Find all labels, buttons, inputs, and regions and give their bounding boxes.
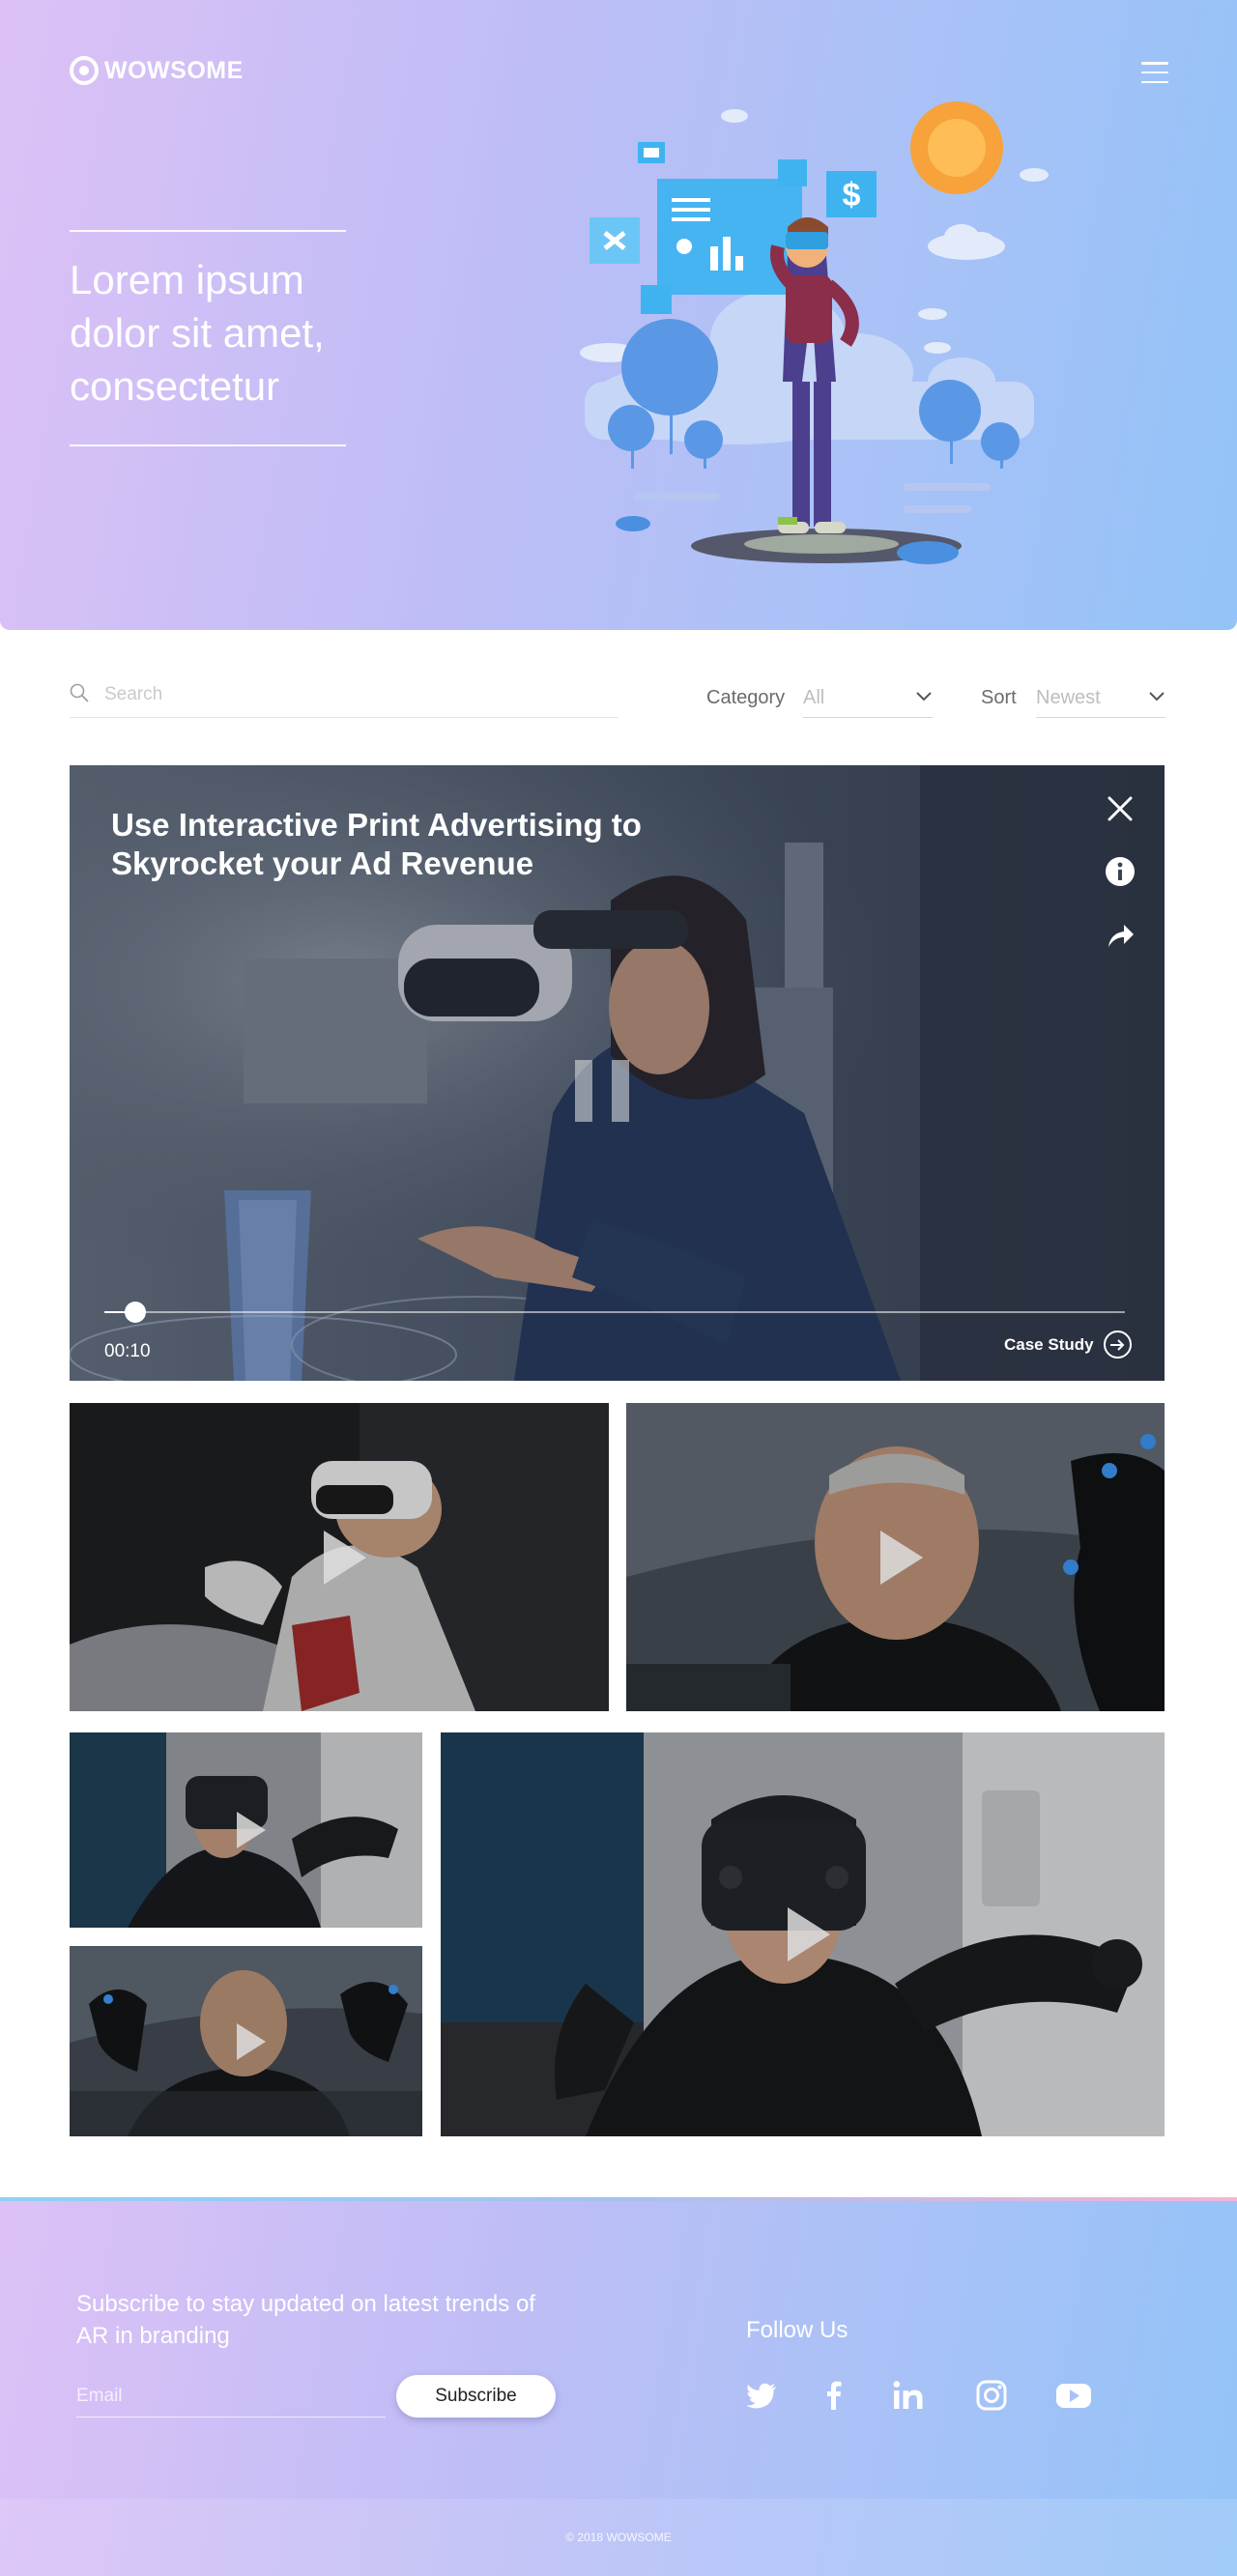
hamburger-menu-button[interactable] — [1141, 62, 1168, 83]
page: WOWSOME Lorem ipsum dolor sit amet, cons… — [0, 0, 1237, 2576]
video-tile-man-gloves-small[interactable] — [70, 1946, 422, 2136]
facebook-icon[interactable] — [818, 2379, 850, 2412]
subscribe-heading: Subscribe to stay updated on latest tren… — [76, 2291, 535, 2349]
search-field[interactable] — [70, 676, 618, 718]
email-input[interactable] — [76, 2379, 386, 2414]
play-icon[interactable] — [236, 1812, 266, 1848]
chevron-down-icon — [1149, 692, 1165, 701]
video-timecode: 00:10 — [104, 1341, 151, 1361]
logo-mark-icon — [70, 56, 99, 85]
share-icon[interactable] — [1105, 920, 1136, 951]
case-study-button[interactable]: Case Study — [1004, 1331, 1132, 1359]
play-icon[interactable] — [324, 1530, 366, 1585]
search-input[interactable] — [104, 682, 607, 707]
email-field[interactable] — [76, 2379, 386, 2418]
info-icon[interactable] — [1105, 856, 1136, 887]
featured-video-player[interactable]: Use Interactive Print Advertising to Sky… — [70, 765, 1165, 1381]
svg-text:$: $ — [843, 177, 861, 214]
logo-text: WOWSOME — [104, 56, 244, 84]
video-tile-woman-vr-large[interactable] — [441, 1732, 1165, 2136]
sort-label: Sort — [981, 687, 1017, 708]
category-select[interactable]: All — [803, 676, 933, 718]
youtube-icon[interactable] — [1055, 2379, 1092, 2412]
video-tile-racer[interactable] — [70, 1403, 609, 1711]
arrow-right-circle-icon — [1103, 1331, 1132, 1359]
category-label: Category — [706, 687, 786, 708]
category-select-value: All — [803, 687, 825, 708]
hero-title: Lorem ipsum dolor sit amet, consectetur — [70, 257, 325, 409]
play-icon[interactable] — [879, 1530, 923, 1585]
video-tile-woman-vr-small[interactable] — [70, 1732, 422, 1928]
pause-icon[interactable] — [575, 1060, 629, 1122]
video-progress-bar[interactable] — [104, 1311, 1125, 1313]
case-study-label: Case Study — [1004, 1334, 1094, 1354]
vr-illustration: $ — [580, 101, 1049, 564]
video-title: Use Interactive Print Advertising to Sky… — [111, 807, 642, 881]
hero-top-divider — [70, 230, 346, 232]
linkedin-icon[interactable] — [892, 2379, 925, 2412]
copyright-text: © 2018 WOWSOME — [565, 2531, 672, 2544]
instagram-icon[interactable] — [975, 2379, 1008, 2412]
hero-bottom-divider — [70, 444, 346, 446]
sort-select-value: Newest — [1036, 687, 1101, 708]
play-icon[interactable] — [236, 2022, 266, 2060]
search-icon — [70, 683, 89, 702]
chevron-down-icon — [916, 692, 932, 701]
twitter-icon[interactable] — [745, 2379, 778, 2412]
follow-us-label: Follow Us — [746, 2317, 849, 2343]
logo[interactable]: WOWSOME — [70, 56, 244, 85]
video-scrubber-handle[interactable] — [124, 1302, 146, 1323]
close-icon[interactable] — [1105, 793, 1136, 824]
hero-banner: WOWSOME Lorem ipsum dolor sit amet, cons… — [0, 0, 1237, 630]
video-tile-man-gloves[interactable] — [626, 1403, 1165, 1711]
play-icon[interactable] — [787, 1907, 830, 1961]
footer-accent-line — [0, 2197, 1237, 2201]
sort-select[interactable]: Newest — [1036, 676, 1165, 718]
subscribe-button[interactable]: Subscribe — [396, 2375, 556, 2418]
